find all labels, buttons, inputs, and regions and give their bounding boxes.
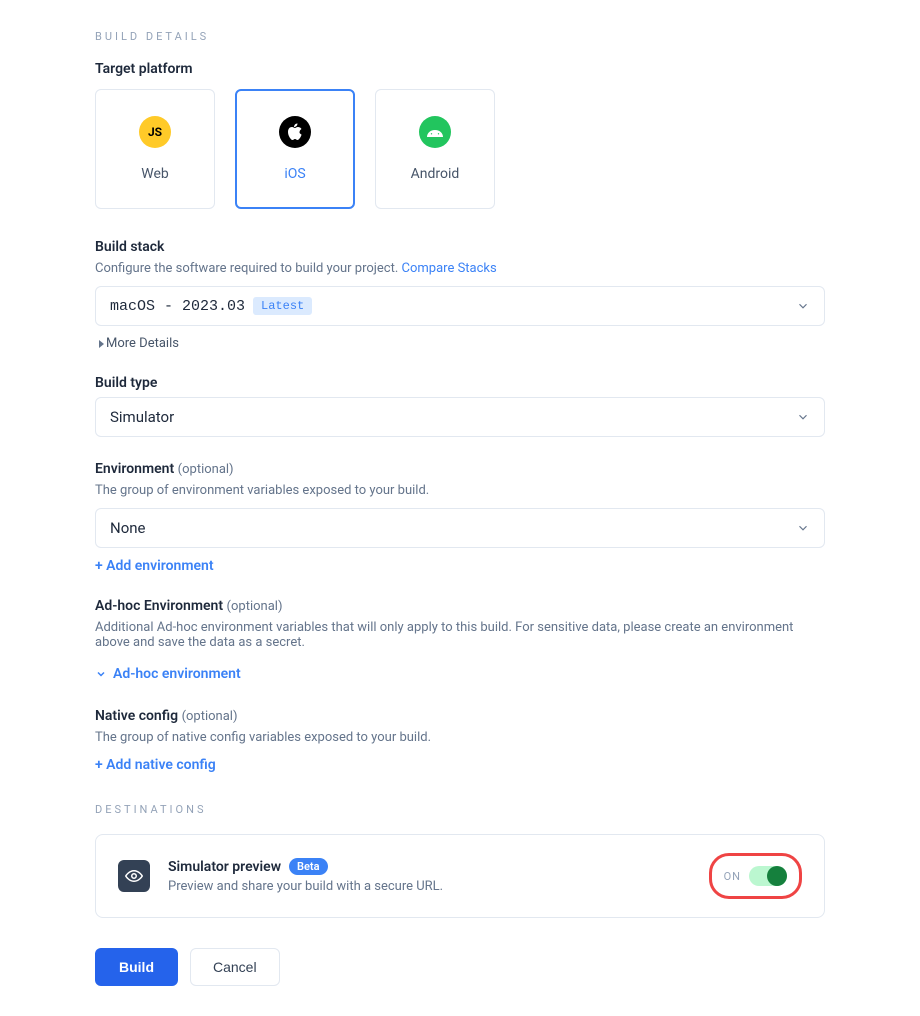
- add-environment-link[interactable]: + Add environment: [95, 558, 214, 574]
- js-icon: JS: [139, 116, 171, 148]
- platform-options: JS Web iOS Android: [95, 89, 825, 209]
- platform-web[interactable]: JS Web: [95, 89, 215, 209]
- chevron-down-icon: [796, 410, 810, 424]
- platform-ios[interactable]: iOS: [235, 89, 355, 209]
- target-platform-label: Target platform: [95, 61, 825, 77]
- compare-stacks-link[interactable]: Compare Stacks: [402, 261, 497, 276]
- destinations-header: DESTINATIONS: [95, 803, 825, 816]
- android-icon: [419, 116, 451, 148]
- platform-ios-label: iOS: [284, 166, 305, 182]
- chevron-down-icon: [95, 668, 107, 680]
- build-type-select[interactable]: Simulator: [95, 397, 825, 437]
- cancel-button[interactable]: Cancel: [190, 948, 280, 986]
- eye-icon: [118, 860, 150, 892]
- platform-android-label: Android: [411, 166, 460, 182]
- environment-value: None: [110, 519, 146, 537]
- build-type-value: Simulator: [110, 408, 174, 426]
- chevron-down-icon: [796, 521, 810, 535]
- adhoc-help: Additional Ad-hoc environment variables …: [95, 620, 825, 650]
- build-stack-help: Configure the software required to build…: [95, 261, 825, 276]
- simulator-preview-desc: Preview and share your build with a secu…: [168, 879, 691, 894]
- environment-help: The group of environment variables expos…: [95, 483, 825, 498]
- simulator-preview-title: Simulator preview Beta: [168, 858, 691, 875]
- build-stack-label: Build stack: [95, 239, 825, 255]
- triangle-right-icon: [99, 340, 104, 348]
- native-config-label: Native config (optional): [95, 708, 825, 724]
- toggle-state-label: ON: [724, 870, 741, 883]
- simulator-preview-card: Simulator preview Beta Preview and share…: [95, 834, 825, 918]
- environment-select[interactable]: None: [95, 508, 825, 548]
- simulator-preview-toggle[interactable]: [749, 866, 787, 886]
- build-button[interactable]: Build: [95, 948, 178, 986]
- platform-android[interactable]: Android: [375, 89, 495, 209]
- build-stack-select[interactable]: macOS - 2023.03 Latest: [95, 286, 825, 326]
- adhoc-label: Ad-hoc Environment (optional): [95, 598, 825, 614]
- apple-icon: [279, 116, 311, 148]
- latest-badge: Latest: [253, 297, 312, 315]
- chevron-down-icon: [796, 299, 810, 313]
- build-details-header: BUILD DETAILS: [95, 30, 825, 43]
- platform-web-label: Web: [141, 166, 169, 182]
- build-stack-value: macOS - 2023.03: [110, 298, 245, 315]
- native-config-help: The group of native config variables exp…: [95, 730, 825, 745]
- highlighted-toggle-area: ON: [709, 853, 802, 899]
- add-native-config-link[interactable]: + Add native config: [95, 757, 216, 773]
- environment-label: Environment (optional): [95, 461, 825, 477]
- build-type-label: Build type: [95, 375, 825, 391]
- beta-badge: Beta: [289, 858, 328, 875]
- more-details-toggle[interactable]: More Details: [99, 336, 825, 351]
- adhoc-expand-link[interactable]: Ad-hoc environment: [95, 666, 241, 682]
